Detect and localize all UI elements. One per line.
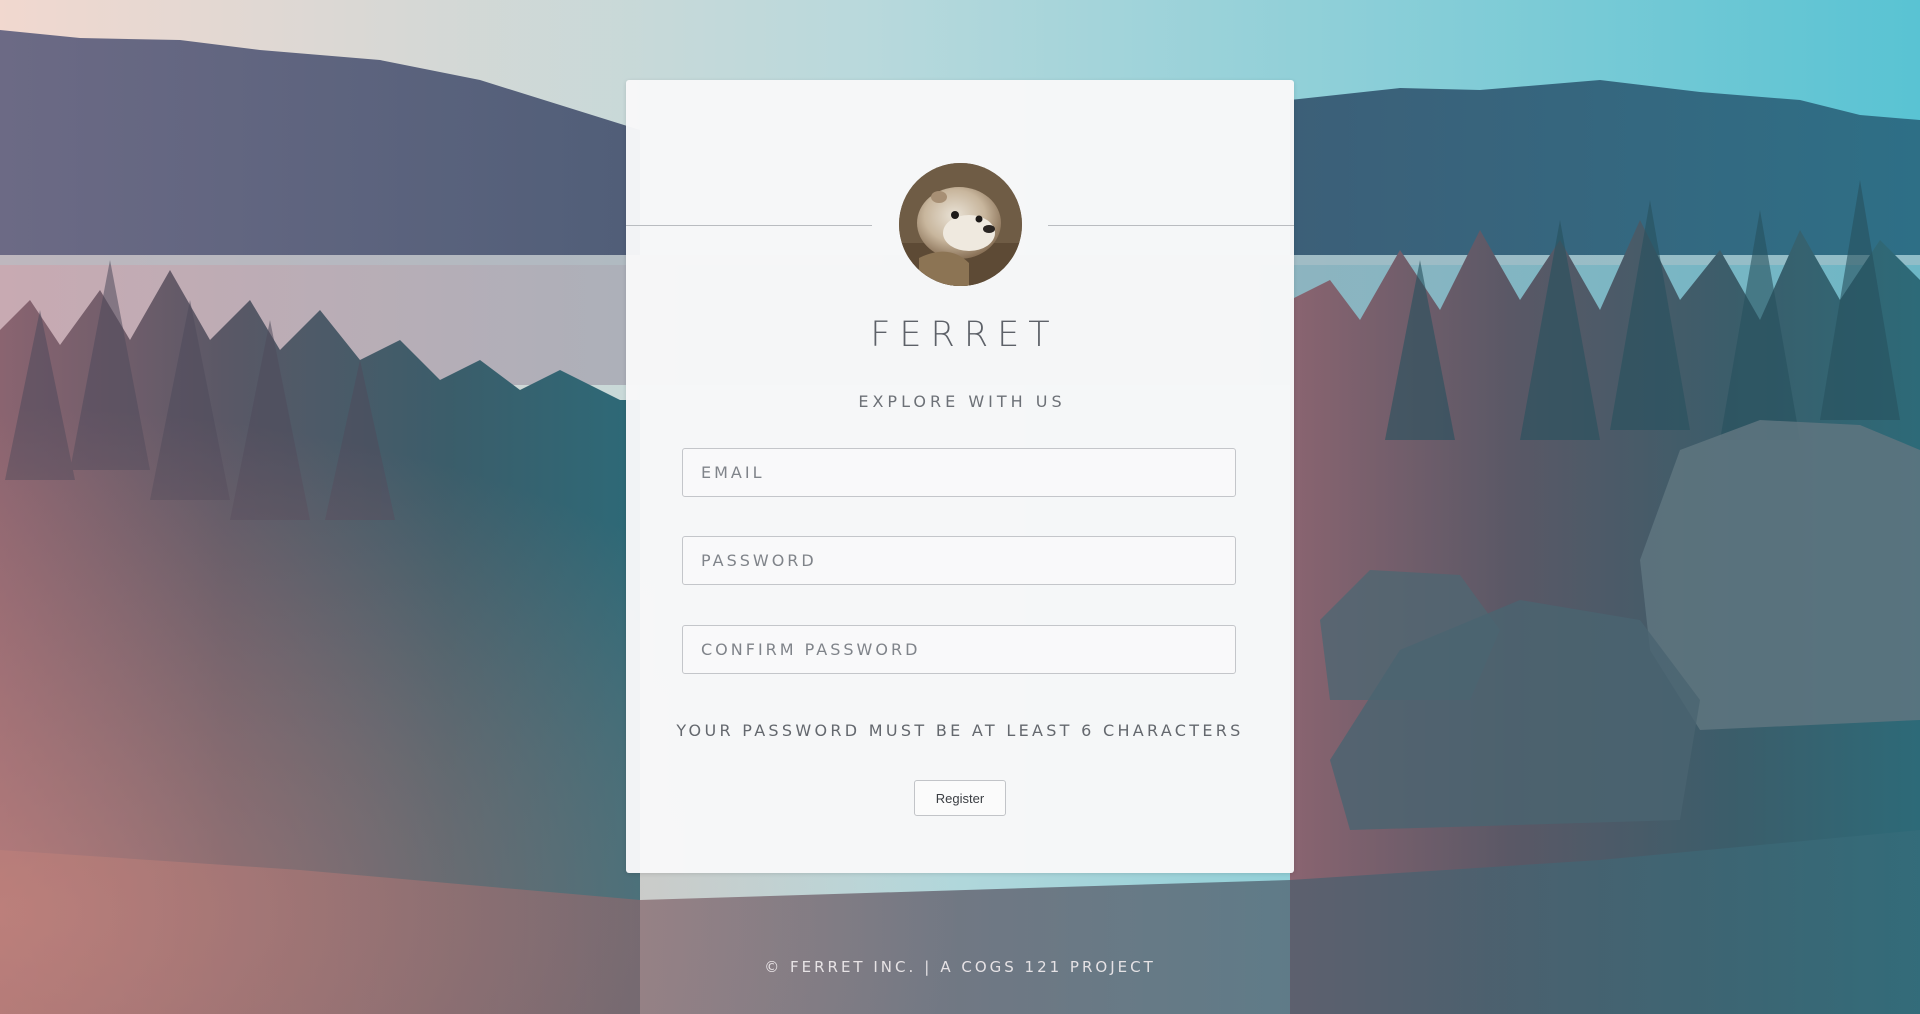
footer-separator: | <box>924 958 933 976</box>
footer-copyright: © FERRET INC. <box>764 958 917 976</box>
footer: © FERRET INC. | A COGS 121 PROJECT <box>0 958 1920 976</box>
divider-right <box>1048 225 1294 226</box>
password-hint: YOUR PASSWORD MUST BE AT LEAST 6 CHARACT… <box>676 721 1244 740</box>
password-field[interactable] <box>682 536 1236 585</box>
divider-left <box>626 225 872 226</box>
brand-name: FERRET <box>870 315 1059 355</box>
brand-tagline: EXPLORE WITH US <box>858 392 1066 411</box>
email-field[interactable] <box>682 448 1236 497</box>
footer-project: A COGS 121 PROJECT <box>940 958 1156 976</box>
register-card: FERRET EXPLORE WITH US YOUR PASSWORD MUS… <box>626 80 1294 873</box>
ferret-avatar-icon <box>899 163 1022 286</box>
register-button[interactable]: Register <box>914 780 1006 816</box>
confirm-password-field[interactable] <box>682 625 1236 674</box>
